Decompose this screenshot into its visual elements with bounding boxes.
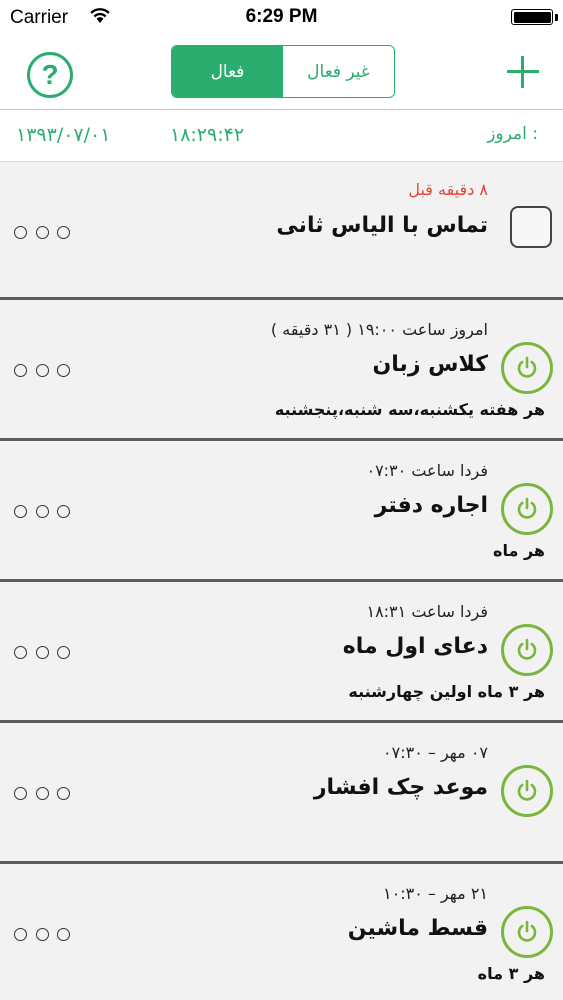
reminder-title: کلاس زبان [372,352,488,377]
reminder-repeat: هر ۳ ماه اولین چهارشنبه [348,682,545,701]
reminder-repeat: هر ماه [493,541,545,560]
reminder-title: اجاره دفتر [374,493,488,518]
power-icon[interactable] [501,624,553,676]
today-time: ۱۸:۲۹:۴۲ [170,124,245,146]
reminder-list: ۸ دقیقه قبل تماس با الیاس ثانی امروز ساع… [0,162,563,1000]
reminder-title: موعد چک افشار [313,775,488,800]
reminder-row[interactable]: ۰۷ مهر – ۰۷:۳۰ موعد چک افشار [0,723,563,864]
reminder-meta: فردا ساعت ۱۸:۳۱ [366,602,488,621]
more-options-button[interactable] [14,926,70,942]
reminder-row[interactable]: امروز ساعت ۱۹:۰۰ ( ۳۱ دقیقه ) کلاس زبان … [0,300,563,441]
today-bar: ۱۳۹۳/۰۷/۰۱ ۱۸:۲۹:۴۲ امروز : [0,110,563,162]
nav-bar: ? فعال غیر فعال [0,34,563,110]
reminder-row[interactable]: فردا ساعت ۰۷:۳۰ اجاره دفتر هر ماه [0,441,563,582]
more-options-button[interactable] [14,224,70,240]
reminder-row[interactable]: فردا ساعت ۱۸:۳۱ دعای اول ماه هر ۳ ماه او… [0,582,563,723]
reminder-repeat: هر هفته یکشنبه،سه شنبه،پنجشنبه [274,400,545,419]
reminder-meta: ۰۷ مهر – ۰۷:۳۰ [383,743,488,762]
add-reminder-button[interactable] [507,56,539,88]
more-options-button[interactable] [14,503,70,519]
more-options-button[interactable] [14,362,70,378]
checkbox-icon[interactable] [510,206,552,248]
reminder-meta: ۲۱ مهر – ۱۰:۳۰ [383,884,488,903]
reminder-meta: فردا ساعت ۰۷:۳۰ [366,461,488,480]
power-icon[interactable] [501,483,553,535]
reminder-row[interactable]: ۲۱ مهر – ۱۰:۳۰ قسط ماشین هر ۳ ماه [0,864,563,1000]
more-options-button[interactable] [14,644,70,660]
reminder-repeat: هر ۳ ماه [477,964,545,983]
reminder-meta: ۸ دقیقه قبل [408,180,488,199]
reminder-title: دعای اول ماه [342,634,488,659]
segment-active[interactable]: فعال [172,46,283,97]
today-date: ۱۳۹۳/۰۷/۰۱ [16,124,111,146]
power-icon[interactable] [501,342,553,394]
help-button[interactable]: ? [27,52,73,98]
clock-label: 6:29 PM [245,6,318,27]
more-options-button[interactable] [14,785,70,801]
reminder-row[interactable]: ۸ دقیقه قبل تماس با الیاس ثانی [0,162,563,300]
reminder-title: قسط ماشین [347,916,488,941]
active-filter-segmented-control: فعال غیر فعال [171,45,395,98]
segment-inactive[interactable]: غیر فعال [283,46,394,97]
status-bar: Carrier 6:29 PM [0,0,563,34]
today-label: امروز : [487,124,538,144]
battery-tip [555,14,558,21]
reminder-title: تماس با الیاس ثانی [276,213,488,238]
power-icon[interactable] [501,906,553,958]
power-icon[interactable] [501,765,553,817]
battery-icon [511,9,553,25]
reminder-meta: امروز ساعت ۱۹:۰۰ ( ۳۱ دقیقه ) [270,320,488,339]
